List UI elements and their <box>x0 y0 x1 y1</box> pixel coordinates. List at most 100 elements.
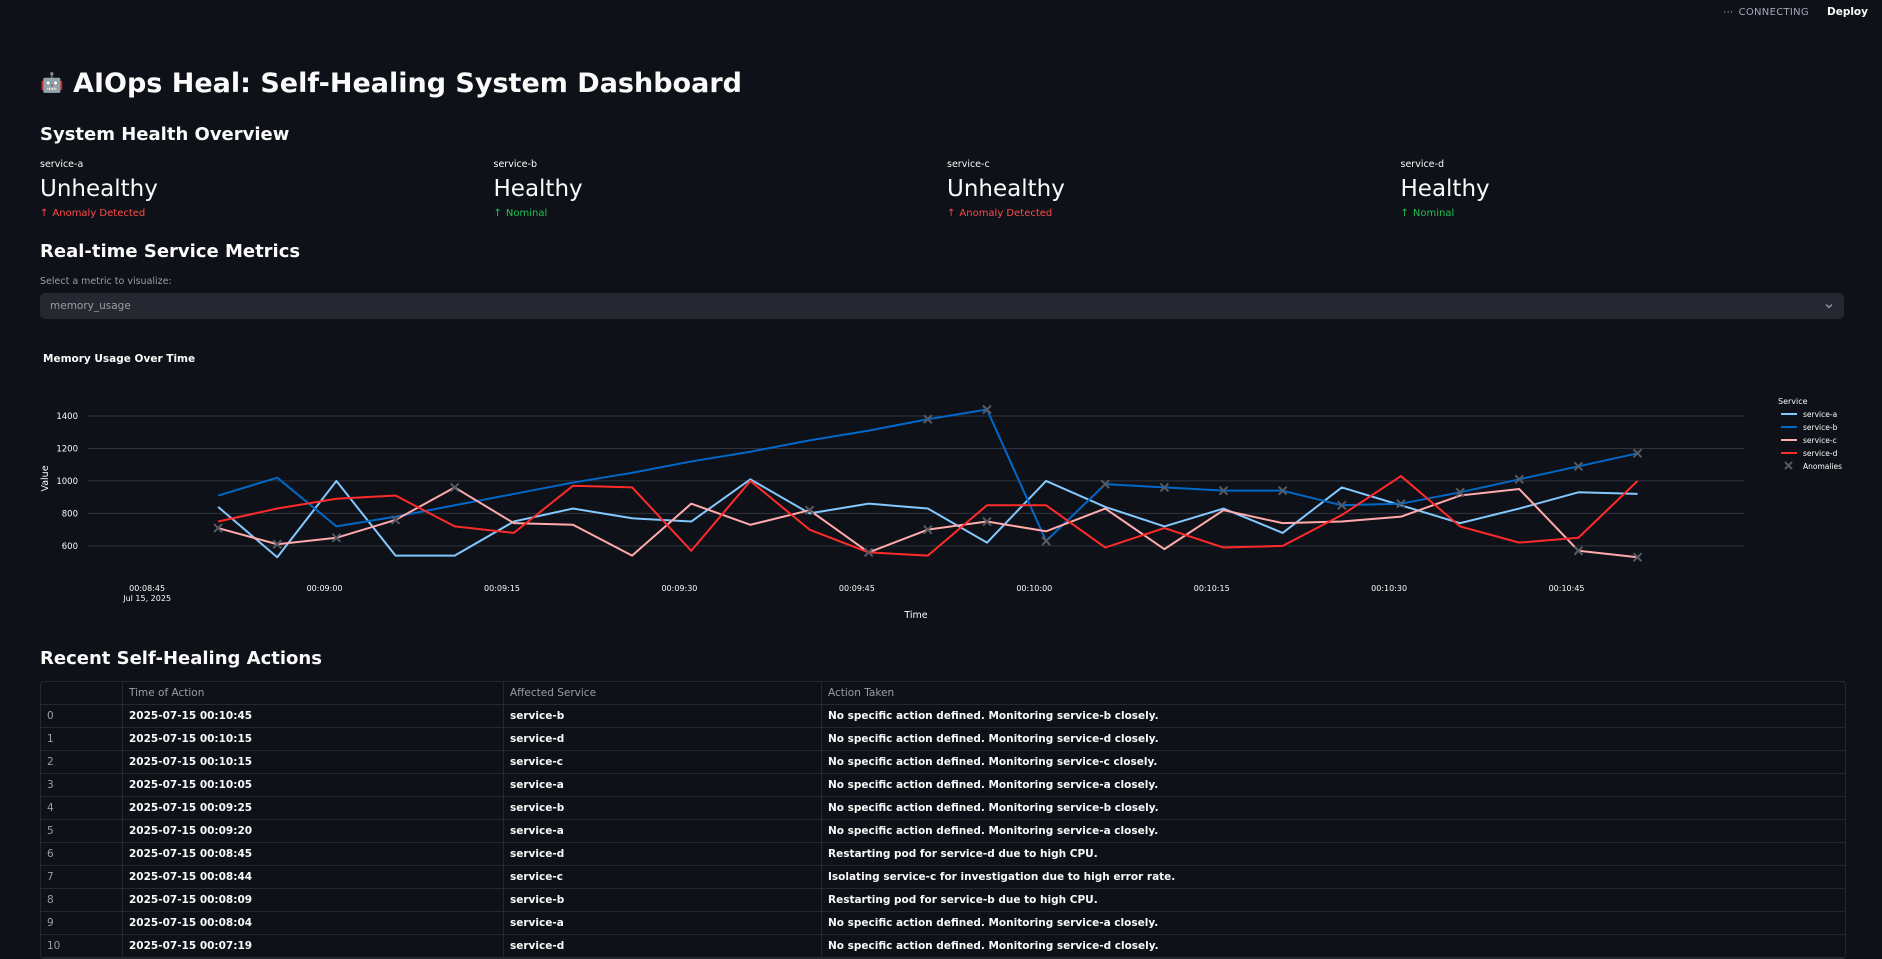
table-cell: No specific action defined. Monitoring s… <box>828 733 1159 745</box>
row-index: 6 <box>41 843 123 865</box>
table-cell: No specific action defined. Monitoring s… <box>828 779 1159 791</box>
row-index: 0 <box>41 705 123 727</box>
legend-label-anomalies: Anomalies <box>1803 462 1842 471</box>
row-index: 1 <box>41 728 123 750</box>
actions-table[interactable]: Time of Action Affected Service Action Tak… <box>40 681 1846 959</box>
metric-value: Unhealthy <box>947 176 1065 202</box>
metric-select[interactable]: memory_usage <box>40 293 1844 319</box>
table-cell: Restarting pod for service-b due to high… <box>828 894 1098 906</box>
table-cell: 2025-07-15 00:07:19 <box>123 935 504 957</box>
row-index: 5 <box>41 820 123 842</box>
x-tick-sublabel: Jul 15, 2025 <box>122 594 171 603</box>
table-row[interactable]: 6 2025-07-15 00:08:45 service-d Restarting … <box>41 843 1845 866</box>
page-title: 🤖 AIOps Heal: Self-Healing System Dashbo… <box>40 68 742 99</box>
metric-label: service-c <box>947 159 990 170</box>
arrow-up-icon: ↑ <box>947 207 956 219</box>
table-row[interactable]: 4 2025-07-15 00:09:25 service-b No specific… <box>41 797 1845 820</box>
metric-delta-text: Anomaly Detected <box>959 207 1053 219</box>
metric-delta: ↑ Anomaly Detected <box>40 208 460 219</box>
column-header[interactable]: Action Taken <box>822 682 1845 704</box>
table-cell: service-d <box>504 728 822 750</box>
table-cell: 2025-07-15 00:10:15 <box>123 728 504 750</box>
column-header[interactable] <box>41 682 123 704</box>
metric-label: service-b <box>493 159 538 170</box>
health-metric-service-a: service-a Unhealthy ↑ Anomaly Detected <box>40 159 460 219</box>
metric-label: service-d <box>1400 159 1445 170</box>
connection-status: ⋯ CONNECTING <box>1723 7 1809 18</box>
table-cell: 2025-07-15 00:08:09 <box>123 889 504 911</box>
table-cell: No specific action defined. Monitoring s… <box>828 802 1159 814</box>
column-header[interactable]: Time of Action <box>123 682 504 704</box>
x-tick-label: 00:09:15 <box>484 584 520 593</box>
table-cell: service-a <box>504 774 822 796</box>
table-row[interactable]: 5 2025-07-15 00:09:20 service-a No specific… <box>41 820 1845 843</box>
table-cell: service-a <box>504 912 822 934</box>
metric-delta-text: Nominal <box>1412 207 1455 219</box>
metric-delta-text: Nominal <box>505 207 548 219</box>
anomaly-marker <box>1041 536 1051 546</box>
table-cell: Isolating service-c for investigation du… <box>828 871 1176 883</box>
x-tick-label: 00:10:00 <box>1016 584 1052 593</box>
column-header[interactable]: Affected Service <box>504 682 822 704</box>
health-overview-heading: System Health Overview <box>40 124 290 145</box>
series-line-service-d <box>217 475 1639 557</box>
table-cell: service-c <box>504 866 822 888</box>
table-cell: 2025-07-15 00:08:45 <box>123 843 504 865</box>
table-cell: No specific action defined. Monitoring s… <box>828 710 1159 722</box>
table-row[interactable]: 2 2025-07-15 00:10:15 service-c No specific… <box>41 751 1845 774</box>
table-row[interactable]: 9 2025-07-15 00:08:04 service-a No specific… <box>41 912 1845 935</box>
series-line-service-b <box>217 408 1638 543</box>
row-index: 9 <box>41 912 123 934</box>
legend-title: Service <box>1778 397 1808 406</box>
table-cell: service-d <box>504 843 822 865</box>
metric-value: Healthy <box>493 176 583 202</box>
table-cell: 2025-07-15 00:10:15 <box>123 751 504 773</box>
x-tick-label: 00:09:45 <box>839 584 875 593</box>
x-axis-title: Time <box>903 610 927 620</box>
metric-delta: ↑ Anomaly Detected <box>947 208 1367 219</box>
x-tick-label: 00:10:30 <box>1371 584 1407 593</box>
arrow-up-icon: ↑ <box>40 207 49 219</box>
top-toolbar: ⋯ CONNECTING Deploy <box>1723 0 1882 24</box>
legend-label-service-d: service-d <box>1803 449 1838 458</box>
table-cell: service-b <box>504 797 822 819</box>
legend-label-service-a: service-a <box>1803 410 1837 419</box>
table-row[interactable]: 8 2025-07-15 00:08:09 service-b Restarting … <box>41 889 1845 912</box>
table-cell: 2025-07-15 00:08:04 <box>123 912 504 934</box>
metric-select-label: Select a metric to visualize: <box>40 276 172 287</box>
metric-delta: ↑ Nominal <box>494 208 914 219</box>
y-tick-label: 1000 <box>56 477 78 487</box>
table-cell: service-b <box>504 705 822 727</box>
x-tick-label: 00:09:00 <box>307 584 343 593</box>
metric-delta: ↑ Nominal <box>1401 208 1821 219</box>
table-row[interactable]: 0 2025-07-15 00:10:45 service-b No specific… <box>41 705 1845 728</box>
page-title-text: AIOps Heal: Self-Healing System Dashboar… <box>73 68 742 99</box>
table-cell: service-a <box>504 820 822 842</box>
legend-anomaly-icon <box>1784 461 1793 470</box>
health-metric-service-d: service-d Healthy ↑ Nominal <box>1401 159 1821 219</box>
series-line-service-c <box>217 486 1638 559</box>
health-metric-service-c: service-c Unhealthy ↑ Anomaly Detected <box>947 159 1367 219</box>
row-index: 10 <box>41 935 123 957</box>
arrow-up-icon: ↑ <box>1400 207 1409 219</box>
table-row[interactable]: 1 2025-07-15 00:10:15 service-d No specific… <box>41 728 1845 751</box>
table-row[interactable]: 10 2025-07-15 00:07:19 service-d No specifi… <box>41 935 1845 958</box>
arrow-up-icon: ↑ <box>493 207 502 219</box>
y-tick-label: 600 <box>62 542 78 552</box>
row-index: 2 <box>41 751 123 773</box>
table-cell: Restarting pod for service-d due to high… <box>828 848 1098 860</box>
table-cell: No specific action defined. Monitoring s… <box>828 917 1159 929</box>
row-index: 4 <box>41 797 123 819</box>
table-cell: 2025-07-15 00:09:20 <box>123 820 504 842</box>
table-cell: 2025-07-15 00:10:05 <box>123 774 504 796</box>
table-row[interactable]: 7 2025-07-15 00:08:44 service-c Isolating s… <box>41 866 1845 889</box>
metric-label: service-a <box>40 159 84 170</box>
connection-status-text: CONNECTING <box>1738 6 1809 18</box>
metric-value: Healthy <box>1400 176 1490 202</box>
x-tick-label: 00:10:15 <box>1194 584 1230 593</box>
table-row[interactable]: 3 2025-07-15 00:10:05 service-a No specific… <box>41 774 1845 797</box>
table-cell: service-d <box>504 935 822 957</box>
table-cell: 2025-07-15 00:10:45 <box>123 705 504 727</box>
deploy-button[interactable]: Deploy <box>1827 6 1868 18</box>
chevron-down-icon <box>1825 304 1833 309</box>
